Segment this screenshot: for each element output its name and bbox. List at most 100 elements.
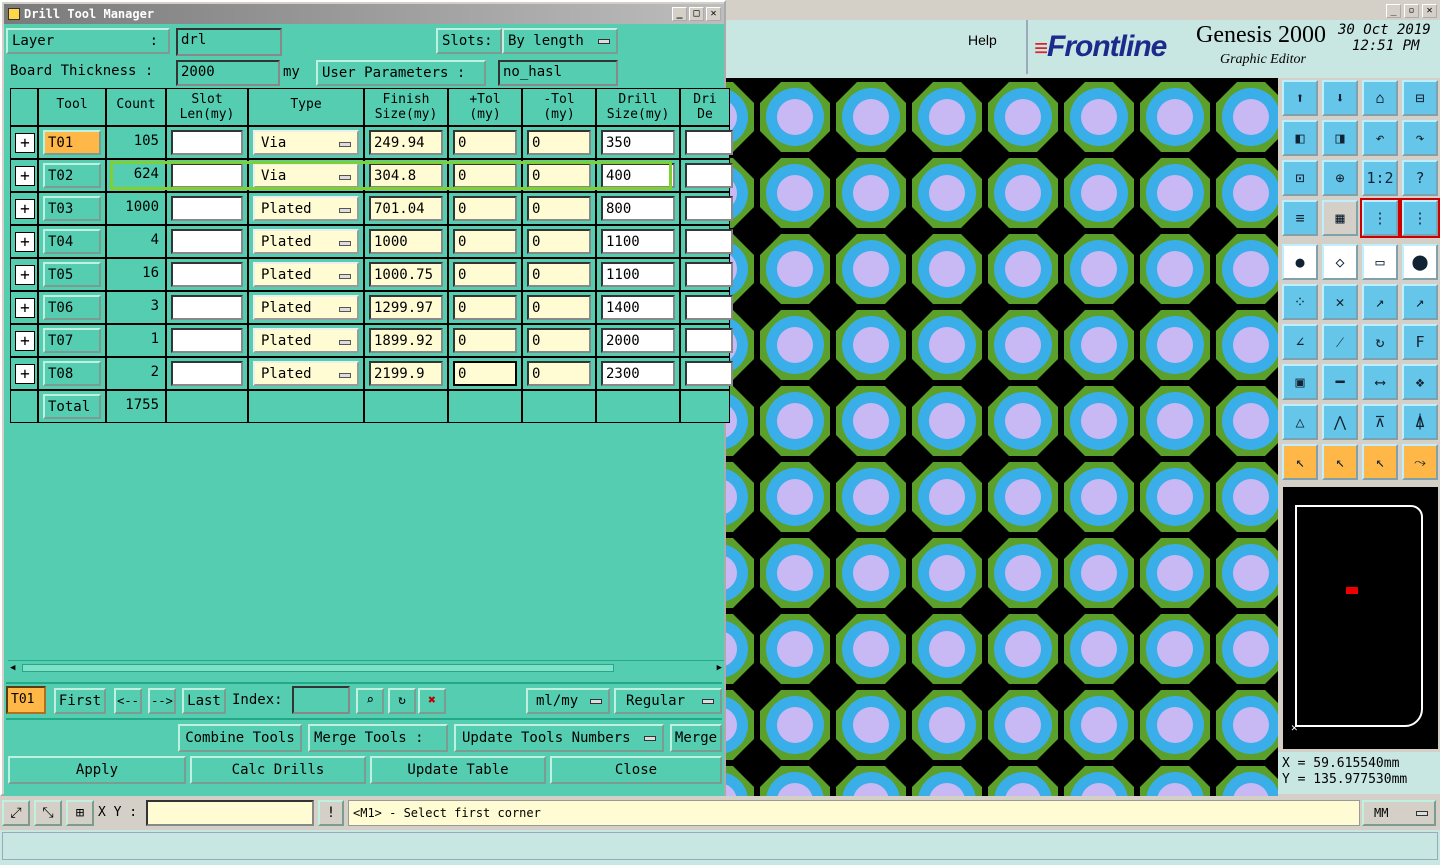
redo-icon[interactable]: ↷ [1402,120,1438,156]
help-menu[interactable]: Help [968,32,997,48]
route-icon[interactable]: ⤳ [1402,444,1438,480]
finish-input[interactable]: 304.8 [369,163,443,188]
scale-icon[interactable]: 1:2 [1362,160,1398,196]
first-button[interactable]: First [54,688,106,714]
restore-icon[interactable]: ▫ [1404,4,1419,18]
delete-icon[interactable]: ✖ [418,688,446,714]
merge-mode-select[interactable]: Update Tools Numbers [454,724,664,752]
index-input[interactable] [292,686,350,714]
tool-name[interactable]: T03 [43,196,101,221]
house-icon[interactable]: ⌂ [1362,80,1398,116]
dim-icon[interactable]: ⟷ [1362,364,1398,400]
slot-length-input[interactable] [171,130,243,155]
ntol-input[interactable]: 0 [527,262,591,287]
pointer3-icon[interactable]: ↖ [1362,444,1398,480]
drill-size-input[interactable]: 1400 [601,295,675,320]
drill-designator-input[interactable] [685,361,733,386]
window-menu-icon[interactable] [8,8,20,20]
expand-row-icon[interactable]: + [15,133,35,153]
combine-tools-button[interactable]: Combine Tools [178,724,302,752]
slot-length-input[interactable] [171,196,243,221]
group-icon[interactable]: ❖ [1402,364,1438,400]
slot-length-input[interactable] [171,295,243,320]
circle-icon[interactable]: ⬤ [1402,244,1438,280]
table-header[interactable]: Slot Len(my) [166,88,248,126]
xy-input[interactable] [146,800,314,826]
ntol-input[interactable]: 0 [527,196,591,221]
ptol-input[interactable]: 0 [453,262,517,287]
tool-name[interactable]: T06 [43,295,101,320]
surface-icon[interactable]: ◇ [1322,244,1358,280]
line-icon[interactable]: ↗ [1362,284,1398,320]
prev-button[interactable]: <-- [114,688,142,714]
expand-row-icon[interactable]: + [15,232,35,252]
ptol-input[interactable]: 0 [453,295,517,320]
slots-select[interactable]: By length [502,28,618,54]
drill-size-input[interactable]: 800 [601,196,675,221]
angle-icon[interactable]: ∠ [1282,324,1318,360]
tool-name[interactable]: T07 [43,328,101,353]
pointer-icon[interactable]: ↖ [1282,444,1318,480]
drill-size-input[interactable]: 350 [601,130,675,155]
search-tool-icon[interactable]: ⌕ [356,688,384,714]
ptol-input[interactable]: 0 [453,328,517,353]
grid-icon[interactable]: ▦ [1322,200,1358,236]
scroll-left-icon[interactable]: ◀ [10,663,15,673]
right-icon[interactable]: ◨ [1322,120,1358,156]
slot-length-input[interactable] [171,361,243,386]
close-icon[interactable]: ✕ [1422,4,1437,18]
type-select[interactable]: Plated [253,196,359,221]
table-header[interactable]: -Tol (my) [522,88,596,126]
expand-row-icon[interactable]: + [15,166,35,186]
drill-designator-input[interactable] [685,229,733,254]
slot-length-input[interactable] [171,328,243,353]
ptol-input[interactable]: 0 [453,130,517,155]
undo-icon[interactable]: ↶ [1362,120,1398,156]
ntol-input[interactable]: 0 [527,163,591,188]
next-button[interactable]: --> [148,688,176,714]
last-button[interactable]: Last [182,688,226,714]
ptol-input[interactable]: 0 [453,229,517,254]
tri4-icon[interactable]: ⍋ [1402,404,1438,440]
diag-icon[interactable]: ⁄ [1322,324,1358,360]
finish-input[interactable]: 1899.92 [369,328,443,353]
update-table-button[interactable]: Update Table [370,756,546,784]
close-button[interactable]: Close [550,756,722,784]
type-select[interactable]: Plated [253,361,359,386]
type-select[interactable]: Plated [253,262,359,287]
merge-button[interactable]: Merge [670,724,722,752]
drill-designator-input[interactable] [685,295,733,320]
graphic-canvas[interactable] [726,78,1278,796]
drill-designator-input[interactable] [685,328,733,353]
ptol-input[interactable]: 0 [453,163,517,188]
dialog-minimize-icon[interactable]: _ [672,7,687,21]
tool-name[interactable]: T05 [43,262,101,287]
left-icon[interactable]: ◧ [1282,120,1318,156]
units-menu[interactable]: MM [1362,800,1436,826]
type-select[interactable]: Plated [253,328,359,353]
grid-icon[interactable]: ⊞ [66,800,94,826]
finish-input[interactable]: 1299.97 [369,295,443,320]
finish-input[interactable]: 701.04 [369,196,443,221]
drill-designator-input[interactable] [685,196,733,221]
home-up-icon[interactable]: ⬆ [1282,80,1318,116]
table-header[interactable]: Dri De [680,88,730,126]
zoom-fit-icon[interactable]: ⤡ [34,800,62,826]
dialog-titlebar[interactable]: Drill Tool Manager _ □ ✕ [4,4,724,24]
pad-icon[interactable]: ● [1282,244,1318,280]
home-down-icon[interactable]: ⬇ [1322,80,1358,116]
tri1-icon[interactable]: △ [1282,404,1318,440]
slot-length-input[interactable] [171,229,243,254]
type-select[interactable]: Via [253,130,359,155]
measure2-icon[interactable]: ⋮ [1400,198,1440,238]
board-thickness-input[interactable]: 2000 [176,60,280,86]
refresh-icon[interactable]: ↻ [388,688,416,714]
drill-size-input[interactable]: 1100 [601,229,675,254]
tool-name[interactable]: T08 [43,361,101,386]
type-select[interactable]: Plated [253,229,359,254]
zoom-window-icon[interactable]: ⤢ [2,800,30,826]
ntol-input[interactable]: 0 [527,361,591,386]
text-icon[interactable]: F [1402,324,1438,360]
measure-icon[interactable]: ⋮ [1360,198,1400,238]
drill-designator-input[interactable] [685,163,733,188]
